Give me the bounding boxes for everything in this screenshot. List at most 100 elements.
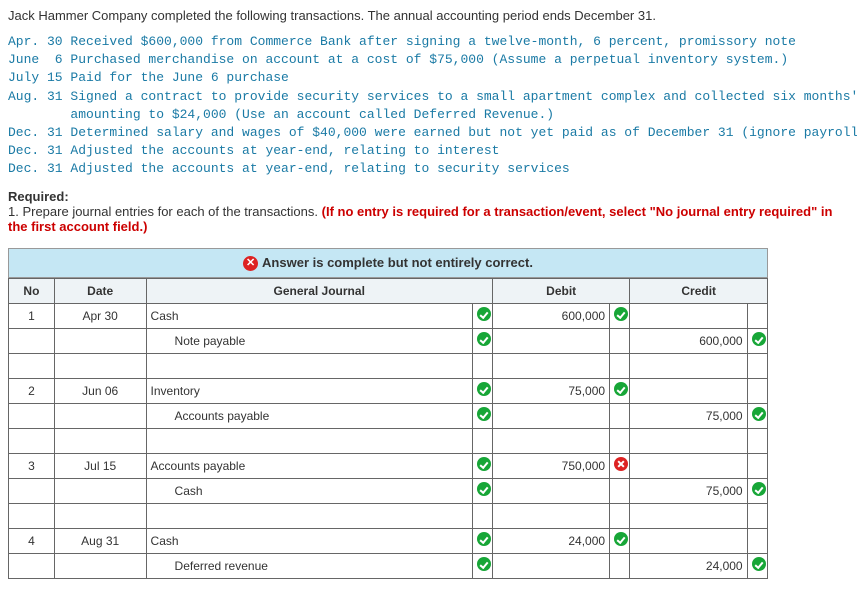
required-heading: Required:	[8, 189, 849, 204]
problem-intro: Jack Hammer Company completed the follow…	[8, 8, 849, 23]
journal-entries-table: No Date General Journal Debit Credit 1Ap…	[8, 278, 768, 579]
table-row: Cash 75,000	[9, 478, 768, 503]
cell-account-check	[472, 378, 492, 403]
x-icon	[614, 457, 628, 471]
table-header-row: No Date General Journal Debit Credit	[9, 278, 768, 303]
check-icon	[477, 382, 491, 396]
table-row: 4Aug 31Cash 24,000	[9, 528, 768, 553]
cell-debit-check	[610, 303, 630, 328]
check-icon	[614, 307, 628, 321]
cell-no	[9, 328, 55, 353]
cell-debit-check	[610, 528, 630, 553]
cell-account-check	[472, 553, 492, 578]
cell-debit-check	[610, 378, 630, 403]
cell-debit[interactable]	[492, 403, 609, 428]
check-icon	[752, 407, 766, 421]
cell-date[interactable]: Aug 31	[54, 528, 146, 553]
cell-account[interactable]: Cash	[146, 528, 472, 553]
table-row: 3Jul 15Accounts payable 750,000	[9, 453, 768, 478]
cell-credit[interactable]: 75,000	[630, 403, 747, 428]
cell-debit-check	[610, 478, 630, 503]
banner-text: Answer is complete but not entirely corr…	[262, 255, 533, 270]
table-row: 1Apr 30Cash600,000	[9, 303, 768, 328]
cell-account[interactable]: Accounts payable	[146, 453, 472, 478]
cell-debit[interactable]: 75,000	[492, 378, 609, 403]
cell-no: 2	[9, 378, 55, 403]
col-general-journal: General Journal	[146, 278, 492, 303]
cell-account-check	[472, 528, 492, 553]
required-prefix: 1. Prepare journal entries for each of t…	[8, 204, 322, 219]
cell-debit[interactable]: 750,000	[492, 453, 609, 478]
cell-account[interactable]: Note payable	[146, 328, 472, 353]
cell-no	[9, 478, 55, 503]
cell-account-check	[472, 328, 492, 353]
cell-date[interactable]: Jun 06	[54, 378, 146, 403]
cell-date[interactable]: Jul 15	[54, 453, 146, 478]
cell-date[interactable]: Apr 30	[54, 303, 146, 328]
required-text: 1. Prepare journal entries for each of t…	[8, 204, 849, 234]
table-row	[9, 503, 768, 528]
check-icon	[614, 532, 628, 546]
cell-credit-check	[747, 328, 767, 353]
cell-credit[interactable]	[630, 453, 747, 478]
cell-credit[interactable]: 24,000	[630, 553, 747, 578]
cell-credit-check	[747, 553, 767, 578]
cell-debit-check	[610, 403, 630, 428]
cell-account-check	[472, 453, 492, 478]
cell-date[interactable]	[54, 553, 146, 578]
cell-debit[interactable]	[492, 553, 609, 578]
check-icon	[614, 382, 628, 396]
cell-credit[interactable]: 75,000	[630, 478, 747, 503]
col-no: No	[9, 278, 55, 303]
cell-credit[interactable]	[630, 528, 747, 553]
cell-debit[interactable]: 600,000	[492, 303, 609, 328]
check-icon	[477, 457, 491, 471]
cell-no: 3	[9, 453, 55, 478]
check-icon	[752, 332, 766, 346]
check-icon	[477, 332, 491, 346]
cell-debit[interactable]: 24,000	[492, 528, 609, 553]
table-row	[9, 353, 768, 378]
error-icon: ✕	[243, 256, 258, 271]
table-row: Note payable 600,000	[9, 328, 768, 353]
transactions-list: Apr. 30 Received $600,000 from Commerce …	[8, 33, 849, 179]
cell-account[interactable]: Cash	[146, 478, 472, 503]
cell-account-check	[472, 303, 492, 328]
cell-account[interactable]: Deferred revenue	[146, 553, 472, 578]
cell-no	[9, 553, 55, 578]
col-credit: Credit	[630, 278, 768, 303]
cell-account[interactable]: Cash	[146, 303, 472, 328]
cell-debit-check	[610, 328, 630, 353]
cell-credit-check	[747, 453, 767, 478]
cell-account-check	[472, 478, 492, 503]
cell-credit[interactable]	[630, 303, 747, 328]
cell-credit[interactable]	[630, 378, 747, 403]
check-icon	[477, 557, 491, 571]
cell-debit-check	[610, 453, 630, 478]
table-row: Accounts payable 75,000	[9, 403, 768, 428]
cell-account-check	[472, 403, 492, 428]
cell-date[interactable]	[54, 328, 146, 353]
col-date: Date	[54, 278, 146, 303]
cell-credit-check	[747, 303, 767, 328]
cell-credit-check	[747, 403, 767, 428]
cell-credit-check	[747, 378, 767, 403]
cell-date[interactable]	[54, 478, 146, 503]
cell-credit[interactable]: 600,000	[630, 328, 747, 353]
cell-account[interactable]: Inventory	[146, 378, 472, 403]
cell-credit-check	[747, 478, 767, 503]
table-row: 2Jun 06Inventory 75,000	[9, 378, 768, 403]
check-icon	[477, 407, 491, 421]
cell-date[interactable]	[54, 403, 146, 428]
check-icon	[752, 482, 766, 496]
cell-debit[interactable]	[492, 478, 609, 503]
cell-no: 4	[9, 528, 55, 553]
check-icon	[477, 532, 491, 546]
cell-debit[interactable]	[492, 328, 609, 353]
cell-no	[9, 403, 55, 428]
table-row	[9, 428, 768, 453]
check-icon	[477, 307, 491, 321]
cell-account[interactable]: Accounts payable	[146, 403, 472, 428]
answer-status-banner: ✕ Answer is complete but not entirely cor…	[8, 248, 768, 278]
check-icon	[477, 482, 491, 496]
